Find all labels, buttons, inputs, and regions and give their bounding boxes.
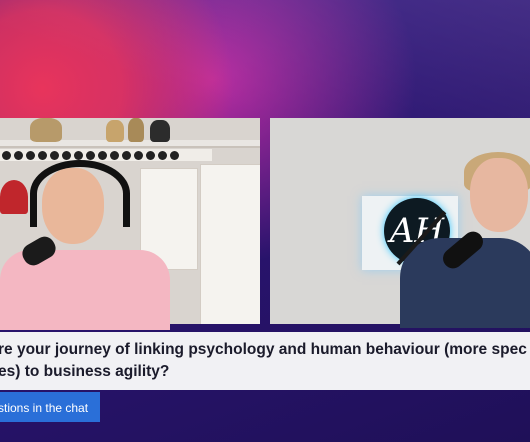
figurine [150, 120, 170, 142]
question-banner: re your journey of linking psychology an… [0, 332, 530, 390]
question-line-1: re your journey of linking psychology an… [0, 341, 527, 358]
figurine [30, 118, 62, 142]
ask-questions-in-chat-button[interactable]: stions in the chat [0, 392, 100, 422]
figurine [106, 120, 124, 142]
chat-button-label: stions in the chat [0, 401, 89, 415]
badge-row [0, 149, 212, 161]
figurine [128, 118, 144, 142]
person-right-face [470, 158, 528, 232]
headphones-icon [30, 160, 130, 227]
display-cabinet [200, 164, 260, 324]
red-cap [0, 180, 28, 214]
question-line-2: es) to business agility? [0, 363, 170, 380]
question-text: re your journey of linking psychology an… [0, 339, 528, 383]
